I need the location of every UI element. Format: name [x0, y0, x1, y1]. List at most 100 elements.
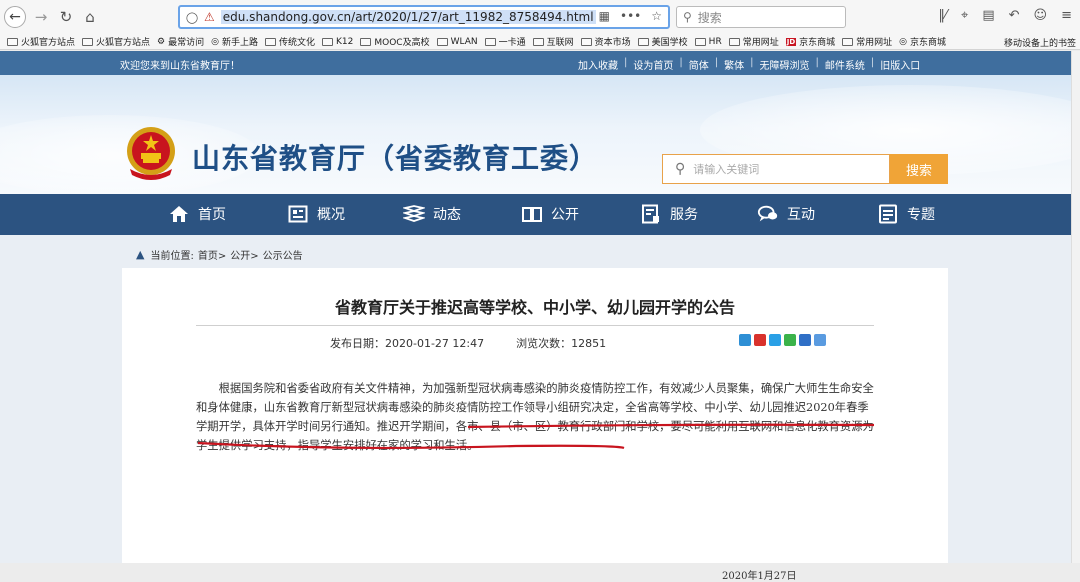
browser-search-placeholder: 搜索 [697, 10, 722, 25]
bookmark-item[interactable]: 常用网址 [842, 35, 892, 48]
breadcrumb-notices[interactable]: 公示公告 [263, 247, 303, 262]
welcome-text: 欢迎您来到山东省教育厅！ [120, 61, 240, 72]
bookmark-item[interactable]: MOOC及高校 [360, 35, 430, 48]
share-renren-icon[interactable] [799, 334, 811, 346]
page-actions-icon[interactable]: ••• [620, 9, 641, 23]
bookmark-label: 火狐官方站点 [21, 38, 76, 48]
web-page: 欢迎您来到山东省教育厅！ 加入收藏 | 设为首页 | 简体 | 繁体 | 无障碍浏览 | 邮件系统 |… [0, 51, 1071, 582]
book-icon [521, 204, 543, 224]
menu-icon[interactable]: ≡ [1061, 8, 1072, 23]
top-link[interactable]: 设为首页 [633, 57, 673, 72]
folder-icon [637, 37, 649, 46]
bookmark-label: 资本市场 [594, 38, 631, 48]
browser-toolbar: ← → ↻ ⌂ ◯ ⚠ edu.shandong.gov.cn/art/2020… [0, 0, 1080, 34]
site-search-button[interactable]: 搜索 [890, 154, 948, 184]
top-link[interactable]: 旧版入口 [880, 57, 920, 72]
bookmarks-toolbar: 火狐官方站点 火狐官方站点 ⚙ 最常访问 ◎ 新手上路 传统文化 K12 MOOC及高校 WLAN… [0, 34, 1080, 50]
bookmark-label: MOOC及高校 [374, 38, 430, 48]
folder-icon [322, 37, 334, 46]
site-title: 山东省教育厅（省委教育工委） [192, 142, 599, 175]
bookmark-label: 京东商城 [910, 38, 947, 48]
bookmark-item[interactable]: ⚙ 最常访问 [157, 35, 205, 49]
folder-icon [532, 37, 544, 46]
jd-icon: JD [785, 37, 797, 46]
home-button[interactable]: ⌂ [79, 6, 101, 28]
folder-icon [360, 37, 372, 46]
share-more-icon[interactable] [814, 334, 826, 346]
breadcrumb-open[interactable]: 公开> [230, 247, 258, 262]
bookmark-item[interactable]: 常用网址 [728, 35, 779, 48]
bookmark-item[interactable]: 美国学校 [637, 35, 688, 48]
nav-label: 公开 [551, 207, 579, 223]
top-strip: 欢迎您来到山东省教育厅！ 加入收藏 | 设为首页 | 简体 | 繁体 | 无障碍浏览 | 邮件系统 |… [0, 51, 1071, 75]
top-link[interactable]: 繁体 [724, 57, 744, 72]
mobile-bookmarks[interactable]: 移动设备上的书签 [1004, 36, 1076, 49]
bookmark-item[interactable]: 资本市场 [580, 35, 631, 48]
library-icon[interactable]: ‖⁄ [938, 8, 947, 23]
national-emblem-icon [127, 127, 175, 180]
bookmark-item[interactable]: 传统文化 [265, 35, 315, 48]
bookmark-item[interactable]: JD 京东商城 [785, 35, 835, 48]
folder-icon [484, 37, 496, 46]
shield-icon[interactable]: ◯ [184, 11, 200, 24]
signed-date: 2020年1月27日 [722, 571, 797, 582]
bookmark-item[interactable]: 火狐官方站点 [7, 35, 75, 48]
reload-button[interactable]: ↻ [55, 6, 77, 28]
screenshot-icon[interactable]: ⌖ [961, 8, 968, 23]
folder-icon [265, 37, 276, 46]
site-banner: 山东省教育厅（省委教育工委） ⚲ 请输入关键词 搜索 [0, 75, 1071, 194]
bookmark-label: 最常访问 [168, 38, 205, 48]
bookmark-item[interactable]: ◎ 新手上路 [211, 35, 258, 49]
nav-item-overview[interactable]: 概况 [287, 204, 345, 224]
bookmark-item[interactable]: K12 [322, 37, 353, 47]
forward-button[interactable]: → [30, 6, 52, 28]
globe-icon: ◎ [211, 36, 219, 47]
bookmark-item[interactable]: 一卡通 [484, 35, 526, 48]
back-button[interactable]: ← [4, 6, 26, 28]
top-link[interactable]: 加入收藏 [578, 57, 618, 72]
share-weibo-icon[interactable] [754, 334, 766, 346]
bookmark-label: 传统文化 [279, 38, 316, 48]
top-link[interactable]: 无障碍浏览 [760, 57, 810, 72]
nav-label: 概况 [317, 207, 345, 223]
browser-search-input[interactable]: ⚲ 搜索 [676, 6, 846, 28]
nav-item-service[interactable]: 服务 [640, 204, 698, 224]
article-meta: 发布日期：2020-01-27 12:47 浏览次数：12851 [330, 335, 606, 351]
nav-item-news[interactable]: 动态 [403, 204, 461, 224]
top-link[interactable]: 简体 [689, 57, 709, 72]
share-wechat-icon[interactable] [784, 334, 796, 346]
link-separator: | [679, 57, 683, 68]
nav-label: 首页 [198, 207, 226, 223]
share-qzone-icon[interactable] [739, 334, 751, 346]
sidebar-icon[interactable]: ▤ [982, 8, 994, 23]
page-scrollbar[interactable] [1071, 51, 1080, 563]
news-icon [403, 204, 425, 224]
breadcrumb-home[interactable]: 首页> [198, 247, 226, 262]
nav-item-topic[interactable]: 专题 [877, 204, 935, 224]
account-icon[interactable]: ☺ [1034, 8, 1048, 23]
arrow-right-icon: → [34, 8, 48, 26]
url-text[interactable]: edu.shandong.gov.cn/art/2020/1/27/art_11… [220, 10, 596, 24]
link-separator: | [750, 57, 754, 68]
qr-code-icon[interactable]: ▦ [599, 9, 610, 23]
bookmark-item[interactable]: 互联网 [532, 35, 574, 48]
bookmark-star-icon[interactable]: ☆ [651, 9, 662, 23]
site-search-input[interactable]: ⚲ 请输入关键词 [662, 154, 890, 184]
nav-item-interact[interactable]: 互动 [757, 204, 815, 224]
bookmark-item[interactable]: 火狐官方站点 [82, 35, 150, 48]
nav-item-home[interactable]: 首页 [168, 204, 226, 224]
address-bar[interactable]: ◯ ⚠ edu.shandong.gov.cn/art/2020/1/27/ar… [178, 5, 670, 29]
link-separator: | [624, 57, 628, 68]
article-title: 省教育厅关于推迟高等学校、中小学、幼儿园开学的公告 [334, 298, 735, 317]
insecure-lock-icon[interactable]: ⚠ [204, 10, 215, 24]
undo-icon[interactable]: ↶ [1009, 8, 1020, 23]
bookmark-item[interactable]: WLAN [436, 37, 478, 47]
folder-icon [436, 37, 448, 46]
main-nav: 首页 概况 动态 公开 服务 互动 专题 [0, 194, 1071, 235]
nav-item-open[interactable]: 公开 [521, 204, 579, 224]
bookmark-item[interactable]: ◎ 京东商城 [899, 35, 947, 49]
bookmark-label: 美国学校 [651, 38, 688, 48]
bookmark-item[interactable]: HR [694, 37, 722, 47]
top-link[interactable]: 邮件系统 [825, 57, 865, 72]
share-tencent-icon[interactable] [769, 334, 781, 346]
